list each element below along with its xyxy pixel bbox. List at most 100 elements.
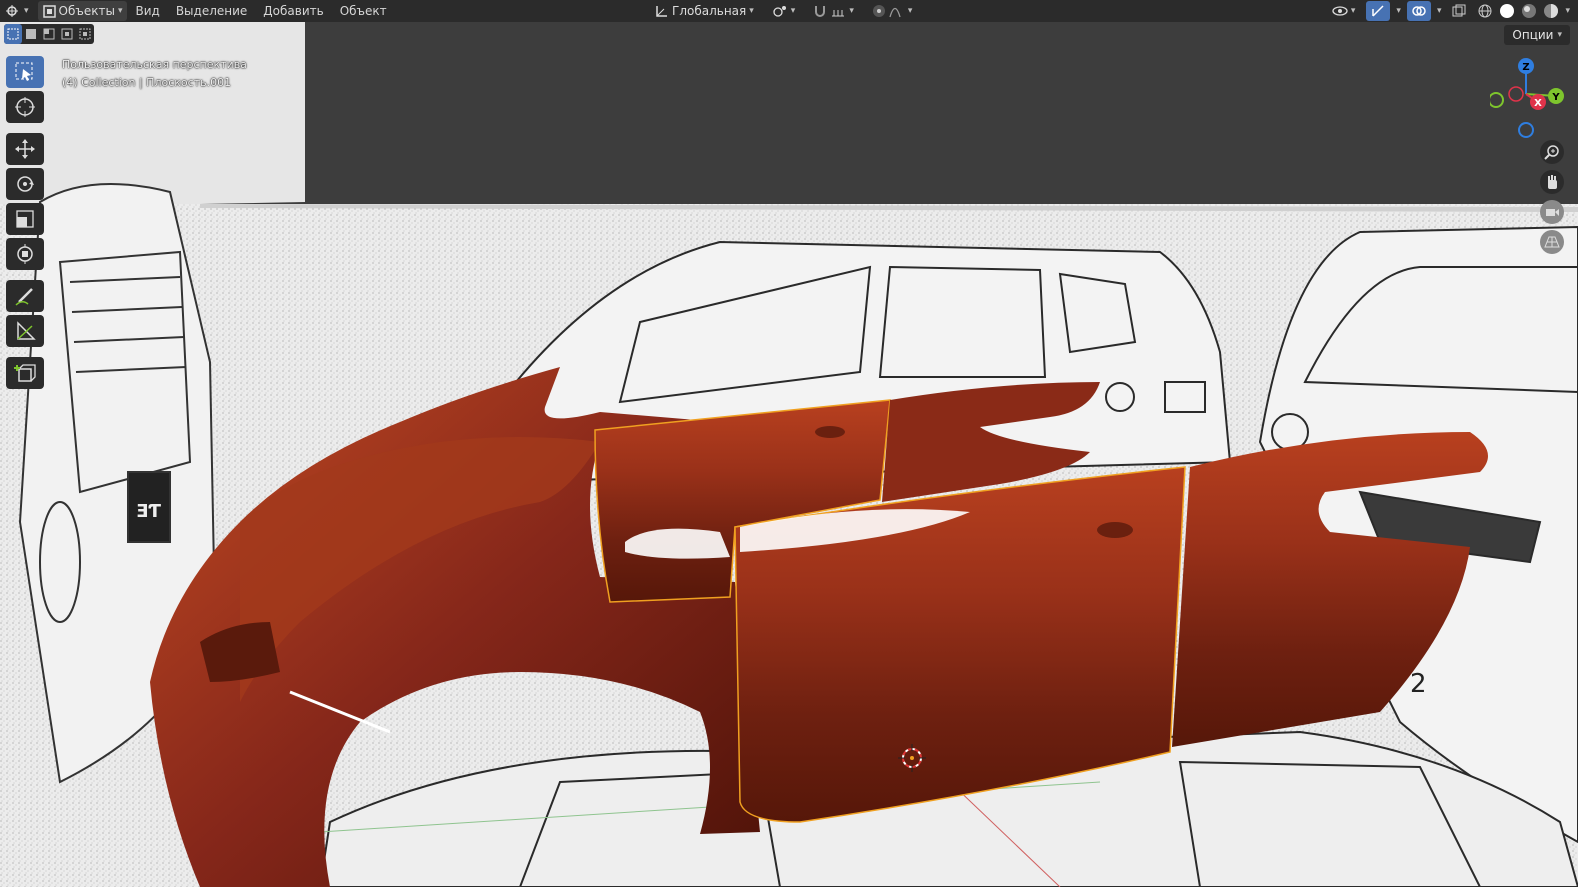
move-icon xyxy=(15,139,35,159)
collection-label: (4) Collection | Плоскость.001 xyxy=(62,76,232,89)
chevron-down-icon: ▾ xyxy=(849,6,854,16)
editor-type-icon xyxy=(6,5,18,17)
gizmo-toggle[interactable] xyxy=(1366,1,1391,21)
menu-select[interactable]: Выделение xyxy=(168,4,255,18)
select-new-button[interactable] xyxy=(4,24,22,44)
viewport-background xyxy=(305,22,1578,204)
license-plate-text: ƎƬ xyxy=(136,501,161,522)
menu-add[interactable]: Добавить xyxy=(255,4,331,18)
transform-orientation-dropdown[interactable]: Глобальная ▾ xyxy=(650,1,759,21)
3d-viewport[interactable]: ƎƬ 2 xyxy=(0,22,1578,887)
select-intersect-button[interactable] xyxy=(76,24,94,44)
select-extend-icon xyxy=(26,29,36,39)
chevron-down-icon: ▾ xyxy=(907,6,913,16)
viewport-header: ▾ Объекты ▾ Вид Выделение Добавить Объек… xyxy=(0,0,1578,22)
select-extend-button[interactable] xyxy=(22,24,40,44)
tool-add-cube[interactable] xyxy=(6,357,44,389)
select-cursor-icon xyxy=(15,62,33,81)
camera-icon xyxy=(1546,209,1559,216)
measure-ruler-icon xyxy=(17,321,36,340)
select-difference-button[interactable] xyxy=(58,24,76,44)
cursor-icon xyxy=(15,97,35,117)
snap-toggle[interactable]: ▾ xyxy=(808,1,859,21)
menu-view[interactable]: Вид xyxy=(127,4,167,18)
solid-shading-icon[interactable] xyxy=(1499,3,1515,19)
tool-move[interactable] xyxy=(6,133,44,165)
add-cube-icon xyxy=(14,364,36,382)
chevron-down-icon: ▾ xyxy=(749,6,754,16)
scale-icon xyxy=(16,210,34,228)
proportional-editing-toggle[interactable]: ▾ xyxy=(867,1,918,21)
chevron-down-icon: ▾ xyxy=(1557,30,1562,40)
tool-transform[interactable] xyxy=(6,238,44,270)
zoom-magnifier-icon xyxy=(1544,145,1559,160)
pivot-point-dropdown[interactable]: ▾ xyxy=(767,1,801,21)
navigation-gizmo[interactable]: Z Y X xyxy=(1490,54,1570,144)
tool-measure[interactable] xyxy=(6,315,44,347)
orientation-label: Глобальная xyxy=(672,4,747,18)
mode-dropdown[interactable]: Объекты ▾ xyxy=(37,1,128,21)
chevron-down-icon: ▾ xyxy=(24,6,29,16)
gizmo-x-label: X xyxy=(1534,98,1542,109)
object-mode-icon xyxy=(42,4,56,18)
overlays-toggle[interactable] xyxy=(1406,1,1431,21)
gizmo-neg-z[interactable] xyxy=(1518,122,1534,138)
options-label: Опции xyxy=(1512,28,1554,42)
chevron-down-icon[interactable]: ▾ xyxy=(1396,6,1401,16)
options-dropdown[interactable]: Опции ▾ xyxy=(1504,25,1570,45)
tool-shelf xyxy=(6,56,44,389)
select-difference-icon xyxy=(61,28,73,40)
magnet-icon xyxy=(815,6,826,17)
wireframe-shading-icon[interactable] xyxy=(1477,3,1493,19)
perspective-toggle-button[interactable] xyxy=(1540,230,1564,254)
pan-button[interactable] xyxy=(1540,170,1564,194)
overlays-icon xyxy=(1412,6,1426,16)
reference-image-plane-left-top xyxy=(0,22,305,204)
select-subtract-icon xyxy=(43,28,55,40)
rotate-icon xyxy=(17,176,34,192)
annotate-pencil-icon xyxy=(15,288,33,306)
rendered-shading-icon[interactable] xyxy=(1543,3,1559,19)
tool-rotate[interactable] xyxy=(6,168,44,200)
select-intersect-icon xyxy=(79,28,91,40)
chevron-down-icon: ▾ xyxy=(117,6,123,16)
reference-digit-label: 2 xyxy=(1410,669,1427,699)
mode-label: Объекты xyxy=(58,4,115,18)
gizmo-icon xyxy=(1372,5,1384,17)
selection-mode-group xyxy=(4,24,94,44)
tool-cursor[interactable] xyxy=(6,91,44,123)
tool-scale[interactable] xyxy=(6,203,44,235)
select-subtract-button[interactable] xyxy=(40,24,58,44)
eye-icon xyxy=(1332,6,1348,16)
chevron-down-icon[interactable]: ▾ xyxy=(1565,6,1570,16)
viewport-info-text: Пользовательская перспектива (4) Collect… xyxy=(62,56,247,92)
xray-icon xyxy=(1452,4,1466,17)
hand-pan-icon xyxy=(1548,175,1557,189)
tool-annotate[interactable] xyxy=(6,280,44,312)
gizmo-neg-y[interactable] xyxy=(1490,92,1504,108)
transform-icon xyxy=(17,244,33,264)
view-name-label: Пользовательская перспектива xyxy=(62,58,247,71)
tool-select-box[interactable] xyxy=(6,56,44,88)
orientation-icon xyxy=(656,6,667,17)
proportional-edit-icon xyxy=(872,5,885,17)
chevron-down-icon[interactable]: ▾ xyxy=(1437,6,1442,16)
menu-object[interactable]: Объект xyxy=(332,4,395,18)
chevron-down-icon: ▾ xyxy=(1350,6,1356,16)
gizmo-z-label: Z xyxy=(1522,62,1529,73)
editor-type-button[interactable]: ▾ xyxy=(0,1,34,21)
viewport-scene: ƎƬ 2 xyxy=(0,22,1578,887)
camera-view-button[interactable] xyxy=(1540,200,1564,224)
snap-increment-icon[interactable] xyxy=(830,4,846,18)
material-shading-icon[interactable] xyxy=(1521,3,1537,19)
pivot-icon xyxy=(773,6,786,17)
falloff-icon[interactable] xyxy=(889,4,905,18)
gizmo-neg-x[interactable] xyxy=(1508,86,1524,102)
zoom-button[interactable] xyxy=(1540,140,1564,164)
chevron-down-icon: ▾ xyxy=(790,6,796,16)
gizmo-y-label: Y xyxy=(1551,92,1560,103)
visibility-dropdown[interactable]: ▾ xyxy=(1327,1,1361,21)
select-box-icon xyxy=(7,28,19,40)
xray-toggle[interactable] xyxy=(1447,1,1471,21)
grid-perspective-icon xyxy=(1544,236,1560,248)
